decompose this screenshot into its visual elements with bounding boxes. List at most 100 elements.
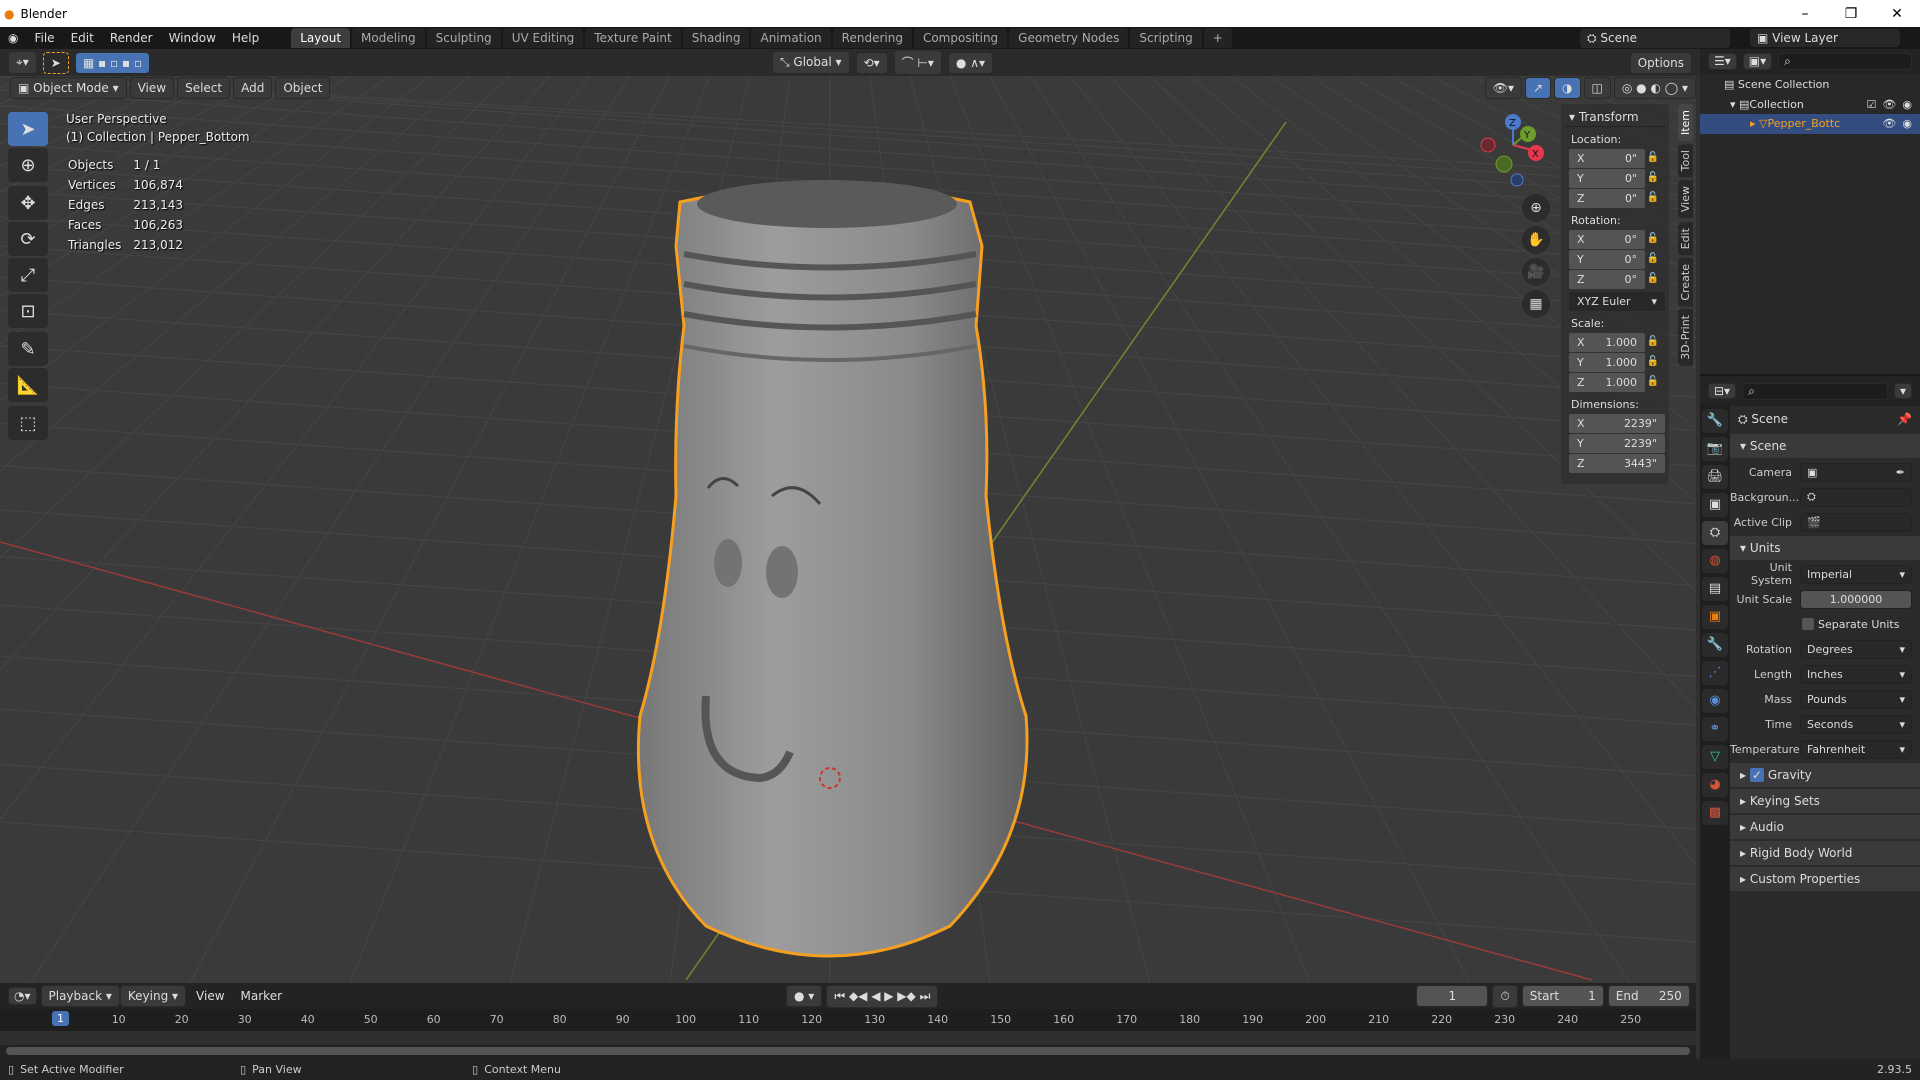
measure-tool-icon[interactable]: 📐	[8, 368, 48, 402]
marker-menu[interactable]: Marker	[235, 989, 288, 1003]
sidebar-tab-3d-print[interactable]: 3D-Print	[1678, 309, 1693, 367]
separate-units-checkbox[interactable]: Separate Units	[1730, 613, 1920, 635]
gizmo-toggle[interactable]: ↗	[1524, 77, 1552, 99]
lock-icon[interactable]: 🔓	[1647, 233, 1659, 244]
pan-hand-icon[interactable]: ✋	[1522, 226, 1550, 254]
collection-tab-icon[interactable]: ▤	[1702, 577, 1728, 601]
cursor-tool-icon[interactable]: ⊕	[8, 148, 48, 182]
scene-selector[interactable]: ⛭ Scene	[1580, 28, 1730, 48]
lock-icon[interactable]: 🔓	[1647, 273, 1659, 284]
tab-animation[interactable]: Animation	[751, 28, 831, 48]
end-frame-field[interactable]: End 250	[1607, 985, 1690, 1007]
unit-system-dropdown[interactable]: Imperial ▾	[1800, 564, 1912, 584]
keying-sets-panel-header[interactable]: ▸ Keying Sets	[1730, 789, 1920, 813]
select-tool-icon[interactable]: ➤	[42, 51, 69, 74]
mass-dropdown[interactable]: Pounds ▾	[1800, 689, 1912, 709]
tab-scripting[interactable]: Scripting	[1130, 28, 1202, 48]
background-scene-field[interactable]: ⛭	[1800, 487, 1912, 507]
view-layer-tab-icon[interactable]: ▣	[1702, 493, 1728, 517]
modifier-tab-icon[interactable]: 🔧	[1702, 633, 1728, 657]
transform-orientation-dropdown[interactable]: ⤡ Global ▾	[771, 51, 850, 74]
pin-icon[interactable]: 📌	[1897, 412, 1912, 426]
ortho-grid-icon[interactable]: ▦	[1522, 290, 1550, 318]
scale-z-field[interactable]: Z 1.000	[1569, 373, 1645, 392]
visibility-dropdown[interactable]: 👁▾	[1484, 77, 1522, 99]
tool-tab-icon[interactable]: 🔧	[1702, 409, 1728, 433]
current-frame-field[interactable]: 1	[1416, 985, 1489, 1007]
constraints-tab-icon[interactable]: ⚭	[1702, 717, 1728, 741]
scene-panel-header[interactable]: ▾ Scene	[1730, 434, 1920, 458]
sidebar-tab-item[interactable]: Item	[1678, 104, 1693, 142]
tab-texture-paint[interactable]: Texture Paint	[585, 28, 681, 48]
current-frame-indicator[interactable]: 1	[52, 1011, 69, 1026]
object-tab-icon[interactable]: ▣	[1702, 605, 1728, 629]
lock-icon[interactable]: 🔓	[1647, 172, 1659, 183]
annotate-tool-icon[interactable]: ✎	[8, 332, 48, 366]
menu-edit[interactable]: Edit	[63, 31, 102, 45]
zoom-icon[interactable]: ⊕	[1522, 194, 1550, 222]
physics-tab-icon[interactable]: ◉	[1702, 689, 1728, 713]
scene-tab-icon[interactable]: ⛭	[1702, 521, 1728, 545]
length-dropdown[interactable]: Inches ▾	[1800, 664, 1912, 684]
eye-icon[interactable]: 👁	[1882, 98, 1896, 114]
properties-options-dropdown[interactable]: ▾	[1893, 383, 1912, 399]
editor-type-button[interactable]: ⌖▾	[8, 51, 37, 74]
options-dropdown[interactable]: Options	[1629, 51, 1692, 74]
navigation-gizmo[interactable]: Z Y X	[1470, 108, 1560, 198]
use-preview-range-icon[interactable]: ⏱	[1492, 984, 1518, 1008]
tab-shading[interactable]: Shading	[682, 28, 750, 48]
location-z-field[interactable]: Z 0"	[1569, 189, 1645, 208]
properties-search-input[interactable]: ⌕	[1742, 382, 1888, 400]
menu-window[interactable]: Window	[161, 31, 224, 45]
auto-keying-toggle[interactable]: ● ▾	[786, 985, 823, 1007]
display-mode-dropdown[interactable]: ☰▾	[1708, 53, 1737, 70]
move-tool-icon[interactable]: ✥	[8, 186, 48, 220]
object-mode-dropdown[interactable]: ▣ Object Mode ▾	[10, 77, 127, 99]
gravity-checkbox[interactable]: ✓	[1749, 768, 1764, 782]
viewport-menu-view[interactable]: View	[129, 77, 175, 99]
tab-uv-editing[interactable]: UV Editing	[502, 28, 584, 48]
outliner-scene-collection[interactable]: ▤ Scene Collection	[1700, 74, 1920, 94]
scale-y-field[interactable]: Y 1.000	[1569, 353, 1645, 372]
timeline-scrollbar[interactable]	[6, 1047, 1690, 1055]
unit-scale-field[interactable]: 1.000000	[1800, 589, 1912, 609]
timeline-view-menu[interactable]: View	[190, 989, 230, 1003]
outliner-search-input[interactable]: ⌕	[1778, 53, 1912, 70]
temperature-dropdown[interactable]: Fahrenheit ▾	[1800, 739, 1912, 759]
lock-icon[interactable]: 🔓	[1647, 192, 1659, 203]
location-y-field[interactable]: Y 0"	[1569, 169, 1645, 188]
checkbox-icon[interactable]: ☑	[1867, 98, 1877, 114]
pepper-shaker-object[interactable]	[636, 180, 1029, 958]
gravity-panel-header[interactable]: ▸ ✓ Gravity	[1730, 763, 1920, 787]
units-panel-header[interactable]: ▾ Units	[1730, 536, 1920, 560]
lock-icon[interactable]: 🔓	[1647, 356, 1659, 367]
shading-mode-buttons[interactable]: ◎ ● ◐ ◯ ▾	[1613, 77, 1696, 99]
data-tab-icon[interactable]: ▽	[1702, 745, 1728, 769]
scale-x-field[interactable]: X 1.000	[1569, 333, 1645, 352]
3d-viewport[interactable]: ▣ Object Mode ▾ View Select Add Object 👁…	[0, 76, 1696, 983]
audio-panel-header[interactable]: ▸ Audio	[1730, 815, 1920, 839]
location-x-field[interactable]: X 0"	[1569, 149, 1645, 168]
time-dropdown[interactable]: Seconds ▾	[1800, 714, 1912, 734]
restore-button[interactable]: ❐	[1828, 6, 1874, 22]
tab-geometry-nodes[interactable]: Geometry Nodes	[1009, 28, 1129, 48]
tab-rendering[interactable]: Rendering	[832, 28, 912, 48]
add-cube-tool-icon[interactable]: ⬚	[8, 406, 48, 440]
particles-tab-icon[interactable]: ⋰	[1702, 661, 1728, 685]
proportional-edit-toggle[interactable]: ● ∧▾	[947, 51, 993, 74]
playback-menu[interactable]: Playback ▾	[40, 985, 120, 1007]
output-tab-icon[interactable]: 🖨	[1702, 465, 1728, 489]
editor-type-dropdown[interactable]: ⊟▾	[1708, 383, 1737, 399]
keying-menu[interactable]: Keying ▾	[119, 985, 187, 1007]
material-tab-icon[interactable]: ◕	[1702, 773, 1728, 797]
outliner-pepper-bottom[interactable]: ▸ ▽ Pepper_Bottc 👁 ◉	[1700, 114, 1920, 134]
active-clip-field[interactable]: 🎬	[1800, 512, 1912, 532]
lock-icon[interactable]: 🔓	[1647, 336, 1659, 347]
sidebar-tab-tool[interactable]: Tool	[1678, 144, 1693, 178]
timeline-editor-type[interactable]: ◔▾	[8, 987, 37, 1005]
menu-help[interactable]: Help	[224, 31, 267, 45]
camera-field[interactable]: ▣ ✒	[1800, 462, 1912, 482]
menu-file[interactable]: File	[26, 31, 62, 45]
rigid-body-world-panel-header[interactable]: ▸ Rigid Body World	[1730, 841, 1920, 865]
camera-icon[interactable]: ◉	[1902, 117, 1912, 134]
